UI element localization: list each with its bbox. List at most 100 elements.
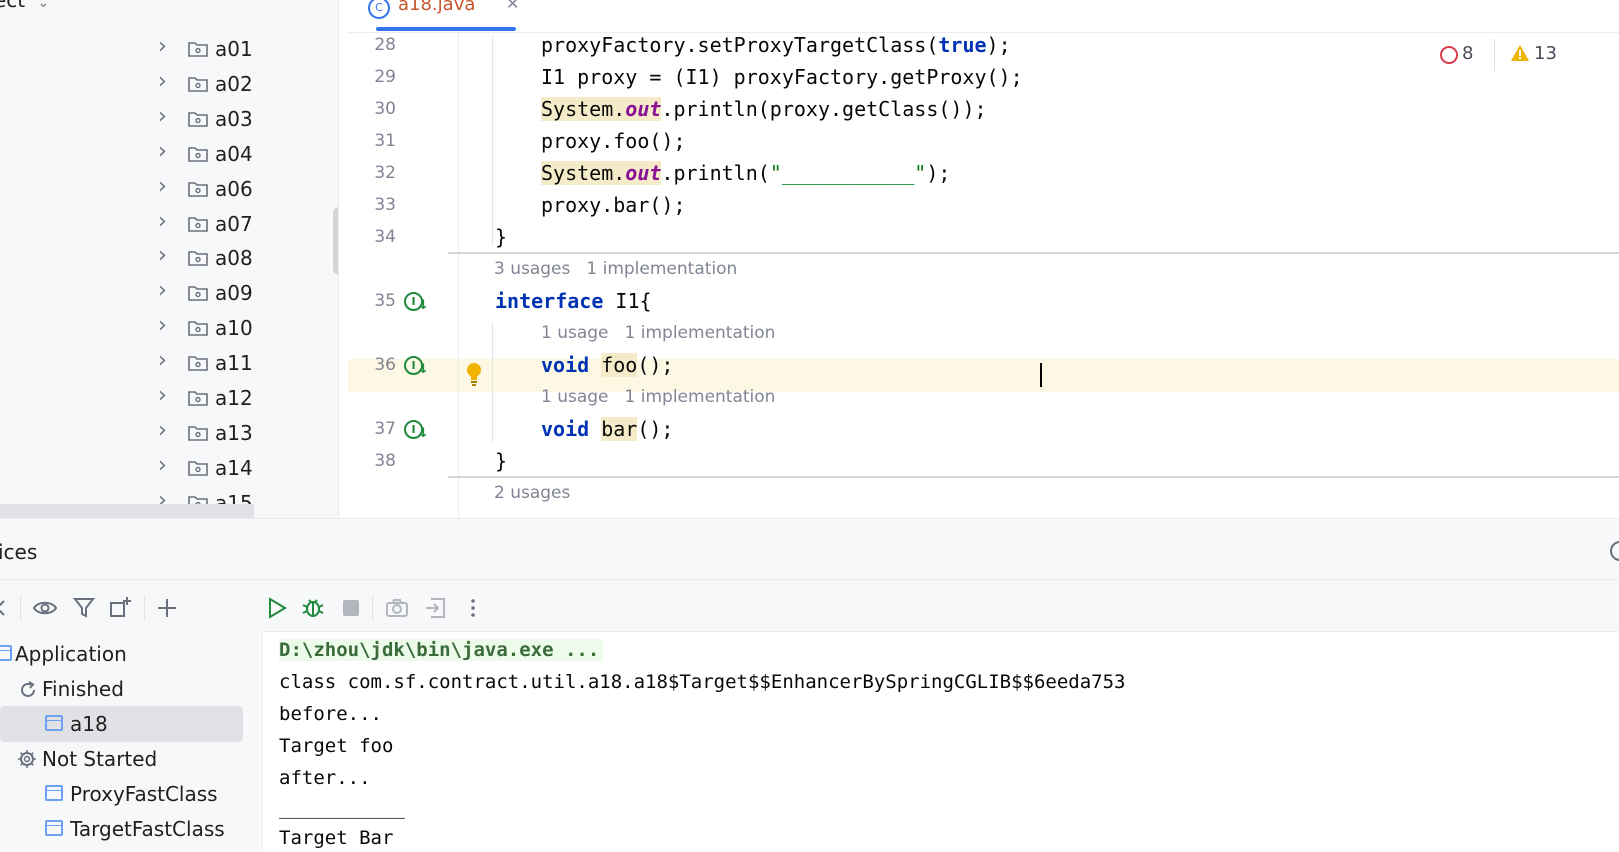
tree-node-a06[interactable]: › a06 (0, 172, 338, 208)
lightbulb-icon[interactable] (465, 362, 483, 388)
line-number: 28 (374, 35, 396, 55)
chevron-right-icon[interactable]: › (158, 280, 167, 302)
services-node-finished[interactable]: Finished (0, 671, 262, 707)
code-vision-hint[interactable]: 3 usages 1 implementation (494, 259, 753, 279)
line-number: 37 (374, 419, 396, 439)
implemented-icon[interactable]: I ↓ (404, 356, 429, 378)
filter-icon[interactable] (72, 595, 98, 621)
services-node-application[interactable]: Application (0, 636, 262, 672)
new-group-icon[interactable] (108, 595, 134, 621)
chevron-right-icon[interactable]: › (158, 350, 167, 372)
stop-icon[interactable] (338, 595, 364, 621)
services-node-not-started[interactable]: Not Started (0, 741, 262, 777)
tree-node-a02[interactable]: › a02 (0, 67, 338, 103)
chevron-right-icon[interactable]: › (158, 245, 167, 267)
implementation-hint[interactable]: 1 implementation (625, 323, 776, 343)
more-options-icon[interactable] (460, 595, 486, 621)
camera-icon[interactable] (384, 595, 410, 621)
code-line-35[interactable]: interface I1{ (495, 289, 652, 313)
tree-node-a01[interactable]: › a01 (0, 32, 338, 68)
warning-count: 13 (1534, 43, 1557, 64)
add-icon[interactable] (154, 595, 180, 621)
code-line-38[interactable]: } (495, 449, 507, 473)
implemented-icon[interactable]: I ↓ (404, 292, 429, 314)
code-line-33[interactable]: proxy.bar(); (541, 193, 686, 217)
code-identifier: foo (601, 353, 638, 377)
implementation-hint[interactable]: 1 implementation (586, 259, 737, 279)
line-number: 36 (374, 355, 396, 375)
project-view-selector[interactable]: ect ⌄ (0, 0, 49, 12)
tree-node-a03[interactable]: › a03 (0, 102, 338, 138)
editor-gutter: 28 29 30 31 32 33 34 35 36 37 38 I ↓ I ↓ I… (348, 32, 459, 518)
services-node-targetfastclass[interactable]: TargetFastClass (0, 811, 262, 847)
console-toolbar (264, 587, 1619, 627)
chevron-right-icon[interactable]: › (158, 210, 167, 233)
code-line-29[interactable]: I1 proxy = (I1) proxyFactory.getProxy(); (541, 65, 1023, 89)
line-number: 30 (374, 99, 396, 119)
code-line-36[interactable]: void foo(); (541, 353, 673, 377)
chevron-right-icon[interactable]: › (158, 105, 167, 128)
tree-node-a14[interactable]: › a14 (0, 451, 338, 487)
chevron-right-icon[interactable]: › (158, 315, 167, 337)
services-node-proxyfastclass[interactable]: ProxyFastClass (0, 776, 262, 812)
chevron-right-icon[interactable]: › (158, 419, 167, 442)
tree-node-label: a08 (215, 246, 253, 271)
usages-hint[interactable]: 1 usage (541, 387, 609, 407)
implemented-icon[interactable]: I ↓ (404, 420, 429, 442)
console-command[interactable]: D:\zhou\jdk\bin\java.exe ... (279, 639, 604, 661)
run-icon[interactable] (264, 595, 290, 621)
chevron-down-icon[interactable]: ⌄ (38, 0, 50, 11)
toolbar-separator (144, 595, 145, 621)
package-folder-icon (188, 321, 208, 336)
usages-hint[interactable]: 3 usages (494, 259, 570, 279)
chevron-right-icon[interactable]: › (158, 175, 167, 198)
text-caret (1040, 363, 1042, 387)
tree-node-a07[interactable]: › a07 (0, 207, 338, 243)
java-class-icon: C (368, 0, 390, 19)
code-line-28[interactable]: proxyFactory.setProxyTargetClass(true); (541, 33, 1011, 57)
usages-hint[interactable]: 2 usages (494, 483, 570, 503)
code-vision-hint[interactable]: 2 usages (494, 483, 586, 503)
code-line-34[interactable]: } (495, 225, 507, 249)
method-separator (448, 476, 1619, 478)
collapse-icon[interactable] (0, 595, 20, 621)
tree-node-a13[interactable]: › a13 (0, 416, 338, 452)
indent-guide (492, 36, 493, 246)
usages-hint[interactable]: 1 usage (541, 323, 609, 343)
project-tree-scrollbar[interactable] (333, 207, 338, 275)
eye-icon[interactable] (32, 595, 58, 621)
error-count: 8 (1462, 43, 1474, 64)
chevron-right-icon[interactable]: › (158, 454, 167, 477)
code-line-32[interactable]: System.out.println("___________"); (541, 161, 950, 185)
tree-node-label: a07 (215, 211, 253, 236)
code-vision-hint[interactable]: 1 usage 1 implementation (541, 323, 791, 343)
code-line-30[interactable]: System.out.println(proxy.getClass()); (541, 97, 987, 121)
package-folder-icon (188, 216, 208, 232)
chevron-right-icon[interactable]: › (158, 36, 167, 58)
tree-node-label: a01 (215, 37, 253, 61)
implementation-hint[interactable]: 1 implementation (625, 387, 776, 407)
console-line: Target foo (279, 735, 394, 757)
code-text: ); (986, 33, 1011, 57)
code-vision-hint[interactable]: 1 usage 1 implementation (541, 387, 791, 407)
options-icon[interactable] (1610, 541, 1619, 561)
debug-icon[interactable] (300, 595, 326, 621)
error-icon (1440, 46, 1458, 64)
code-line-37[interactable]: void bar(); (541, 417, 673, 441)
tree-node-a12[interactable]: › a12 (0, 381, 338, 417)
tree-node-a11[interactable]: › a11 (0, 346, 338, 382)
chevron-right-icon[interactable]: › (158, 385, 167, 407)
package-folder-icon (188, 391, 208, 406)
attach-icon[interactable] (423, 595, 449, 621)
tree-node-a10[interactable]: › a10 (0, 311, 338, 347)
tree-node-a04[interactable]: › a04 (0, 137, 338, 173)
services-node-a18[interactable]: a18 (0, 706, 243, 742)
chevron-right-icon[interactable]: › (158, 70, 167, 93)
code-text: System. (541, 97, 626, 121)
tree-node-a09[interactable]: › a09 (0, 276, 338, 312)
console-output[interactable]: D:\zhou\jdk\bin\java.exe ... class com.s… (263, 632, 1619, 852)
code-line-31[interactable]: proxy.foo(); (541, 129, 686, 153)
tree-node-a08[interactable]: › a08 (0, 241, 338, 277)
close-icon[interactable]: ✕ (506, 0, 519, 13)
chevron-right-icon[interactable]: › (158, 140, 167, 163)
